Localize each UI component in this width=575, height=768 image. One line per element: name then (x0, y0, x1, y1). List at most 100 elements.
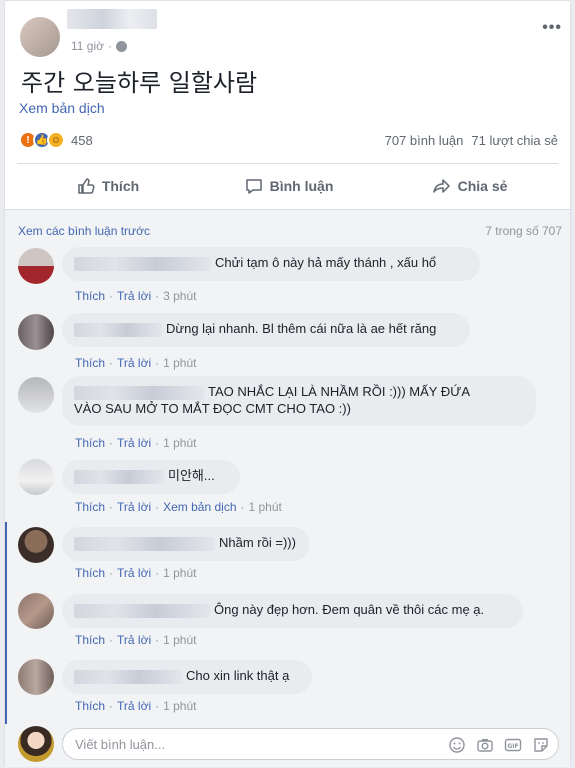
comment-text: Cho xin link thật ạ (186, 668, 290, 683)
like-label: Thích (101, 178, 140, 194)
comment-bubble: Chửi tạm ô này hả mấy thánh , xấu hổ (62, 247, 480, 281)
see-translation-link[interactable]: Xem bản dịch (19, 100, 105, 116)
commenter-avatar[interactable] (18, 659, 54, 695)
comment-time[interactable]: 1 phút (163, 566, 196, 580)
comment-bubble: Ông này đẹp hơn. Đem quân về thôi các mẹ… (62, 594, 523, 628)
comment-button[interactable]: Bình luận (198, 165, 379, 207)
separator: · (240, 500, 245, 514)
separator: · (109, 633, 114, 647)
comment-time[interactable]: 1 phút (163, 356, 196, 370)
like-button[interactable]: Thích (17, 165, 198, 207)
comment-bubble: Nhầm rồi =))) (62, 527, 310, 561)
post-header: 11 giờ · ••• (17, 7, 562, 59)
commenter-name-redacted[interactable] (74, 385, 204, 400)
separator: · (109, 699, 114, 713)
comment-reply-link[interactable]: Trả lời (117, 633, 151, 647)
comment-actions: Thích · Trả lời · 1 phút (75, 436, 196, 450)
comment-like-link[interactable]: Thích (75, 699, 105, 713)
comment-time[interactable]: 1 phút (249, 500, 282, 514)
divider (17, 163, 558, 164)
commenter-avatar[interactable] (18, 248, 54, 284)
separator: · (109, 436, 114, 450)
gif-icon[interactable]: GIF (504, 736, 522, 754)
comment-label: Bình luận (269, 178, 334, 194)
view-previous-comments-link[interactable]: Xem các bình luận trước (18, 224, 150, 238)
comment-like-link[interactable]: Thích (75, 500, 105, 514)
commenter-avatar[interactable] (18, 377, 54, 413)
comment-time[interactable]: 1 phút (163, 436, 196, 450)
commenter-avatar[interactable] (18, 527, 54, 563)
commenter-avatar[interactable] (18, 593, 54, 629)
commenter-avatar[interactable] (18, 314, 54, 350)
dot-separator: · (108, 39, 112, 53)
reactions-summary[interactable]: ! 👍 ☺ 458 (19, 131, 93, 149)
reaction-count: 458 (71, 132, 93, 148)
commenter-avatar[interactable] (18, 459, 54, 495)
comment-reply-link[interactable]: Trả lời (117, 356, 151, 370)
share-arrow-icon (432, 179, 450, 193)
comment-icon (245, 179, 262, 194)
action-bar: Thích Bình luận Chia sẻ (17, 165, 560, 207)
comment-like-link[interactable]: Thích (75, 356, 105, 370)
emoji-icon[interactable] (448, 736, 466, 754)
comment-text-line2: VÀO SAU MỞ TO MẮT ĐỌC CMT CHO TAO :)) (74, 401, 351, 416)
thumbs-up-icon (78, 178, 95, 194)
post-time[interactable]: 11 giờ (71, 39, 104, 53)
comment-bubble: 미안해... (62, 460, 240, 494)
comment-actions: Thích · Trả lời · 3 phút (75, 289, 196, 303)
share-button[interactable]: Chia sẻ (379, 165, 560, 207)
separator: · (109, 566, 114, 580)
comment-like-link[interactable]: Thích (75, 633, 105, 647)
comment-like-link[interactable]: Thích (75, 436, 105, 450)
author-name-redacted[interactable] (67, 9, 157, 29)
shares-count-link[interactable]: 71 lượt chia sẻ (471, 133, 558, 148)
comments-count-link[interactable]: 707 bình luận (385, 133, 464, 148)
commenter-name-redacted[interactable] (74, 669, 182, 684)
globe-icon (116, 40, 127, 52)
more-options-icon[interactable]: ••• (542, 19, 562, 37)
comment-reply-link[interactable]: Trả lời (117, 699, 151, 713)
post-stats: 707 bình luận 71 lượt chia sẻ (385, 133, 558, 148)
comment-reply-link[interactable]: Trả lời (117, 500, 151, 514)
comment-like-link[interactable]: Thích (75, 289, 105, 303)
svg-text:GIF: GIF (507, 743, 518, 750)
comment-time[interactable]: 3 phút (163, 289, 196, 303)
separator: · (109, 500, 114, 514)
current-user-avatar[interactable] (18, 726, 54, 762)
comment-like-link[interactable]: Thích (75, 566, 105, 580)
comment-reply-link[interactable]: Trả lời (117, 436, 151, 450)
author-avatar[interactable] (20, 17, 60, 57)
comment-actions: Thích · Trả lời · 1 phút (75, 566, 196, 580)
comment-bubble: Cho xin link thật ạ (62, 660, 312, 694)
commenter-name-redacted[interactable] (74, 603, 210, 618)
post-card: 11 giờ · ••• 주간 오늘하루 일할사람 Xem bản dịch !… (4, 0, 571, 767)
comment-input[interactable]: Viết bình luận... GIF (62, 728, 559, 760)
comment-time[interactable]: 1 phút (163, 633, 196, 647)
camera-icon[interactable] (476, 736, 494, 754)
separator: · (155, 356, 160, 370)
separator: · (155, 566, 160, 580)
comment-input-placeholder: Viết bình luận... (75, 737, 166, 752)
comment-reply-link[interactable]: Trả lời (117, 566, 151, 580)
comment-reply-link[interactable]: Trả lời (117, 289, 151, 303)
comment-translate-link[interactable]: Xem bản dịch (163, 500, 236, 514)
comment-text: 미안해... (168, 468, 215, 483)
commenter-name-redacted[interactable] (74, 536, 215, 551)
post-meta: 11 giờ · (71, 39, 127, 53)
commenter-name-redacted[interactable] (74, 322, 162, 337)
comment-bubble: Dừng lại nhanh. Bl thêm cái nữa là ae hế… (62, 313, 470, 347)
comment-bubble: TAO NHẮC LẠI LÀ NHẦM RỒI :))) MẤY ĐỨA VÀ… (62, 376, 536, 426)
comment-actions: Thích · Trả lời · 1 phút (75, 699, 196, 713)
comment-time[interactable]: 1 phút (163, 699, 196, 713)
comment-text-line1: TAO NHẮC LẠI LÀ NHẦM RỒI :))) MẤY ĐỨA (208, 384, 470, 399)
commenter-name-redacted[interactable] (74, 469, 164, 484)
separator: · (155, 699, 160, 713)
comment-text: Chửi tạm ô này hả mấy thánh , xấu hổ (215, 255, 437, 270)
comment-actions: Thích · Trả lời · 1 phút (75, 356, 196, 370)
separator: · (155, 289, 160, 303)
separator: · (109, 356, 114, 370)
comment-text: Ông này đẹp hơn. Đem quân về thôi các mẹ… (214, 602, 485, 617)
commenter-name-redacted[interactable] (74, 256, 211, 271)
comments-count-label: 7 trong số 707 (485, 224, 562, 238)
sticker-icon[interactable] (532, 736, 550, 754)
